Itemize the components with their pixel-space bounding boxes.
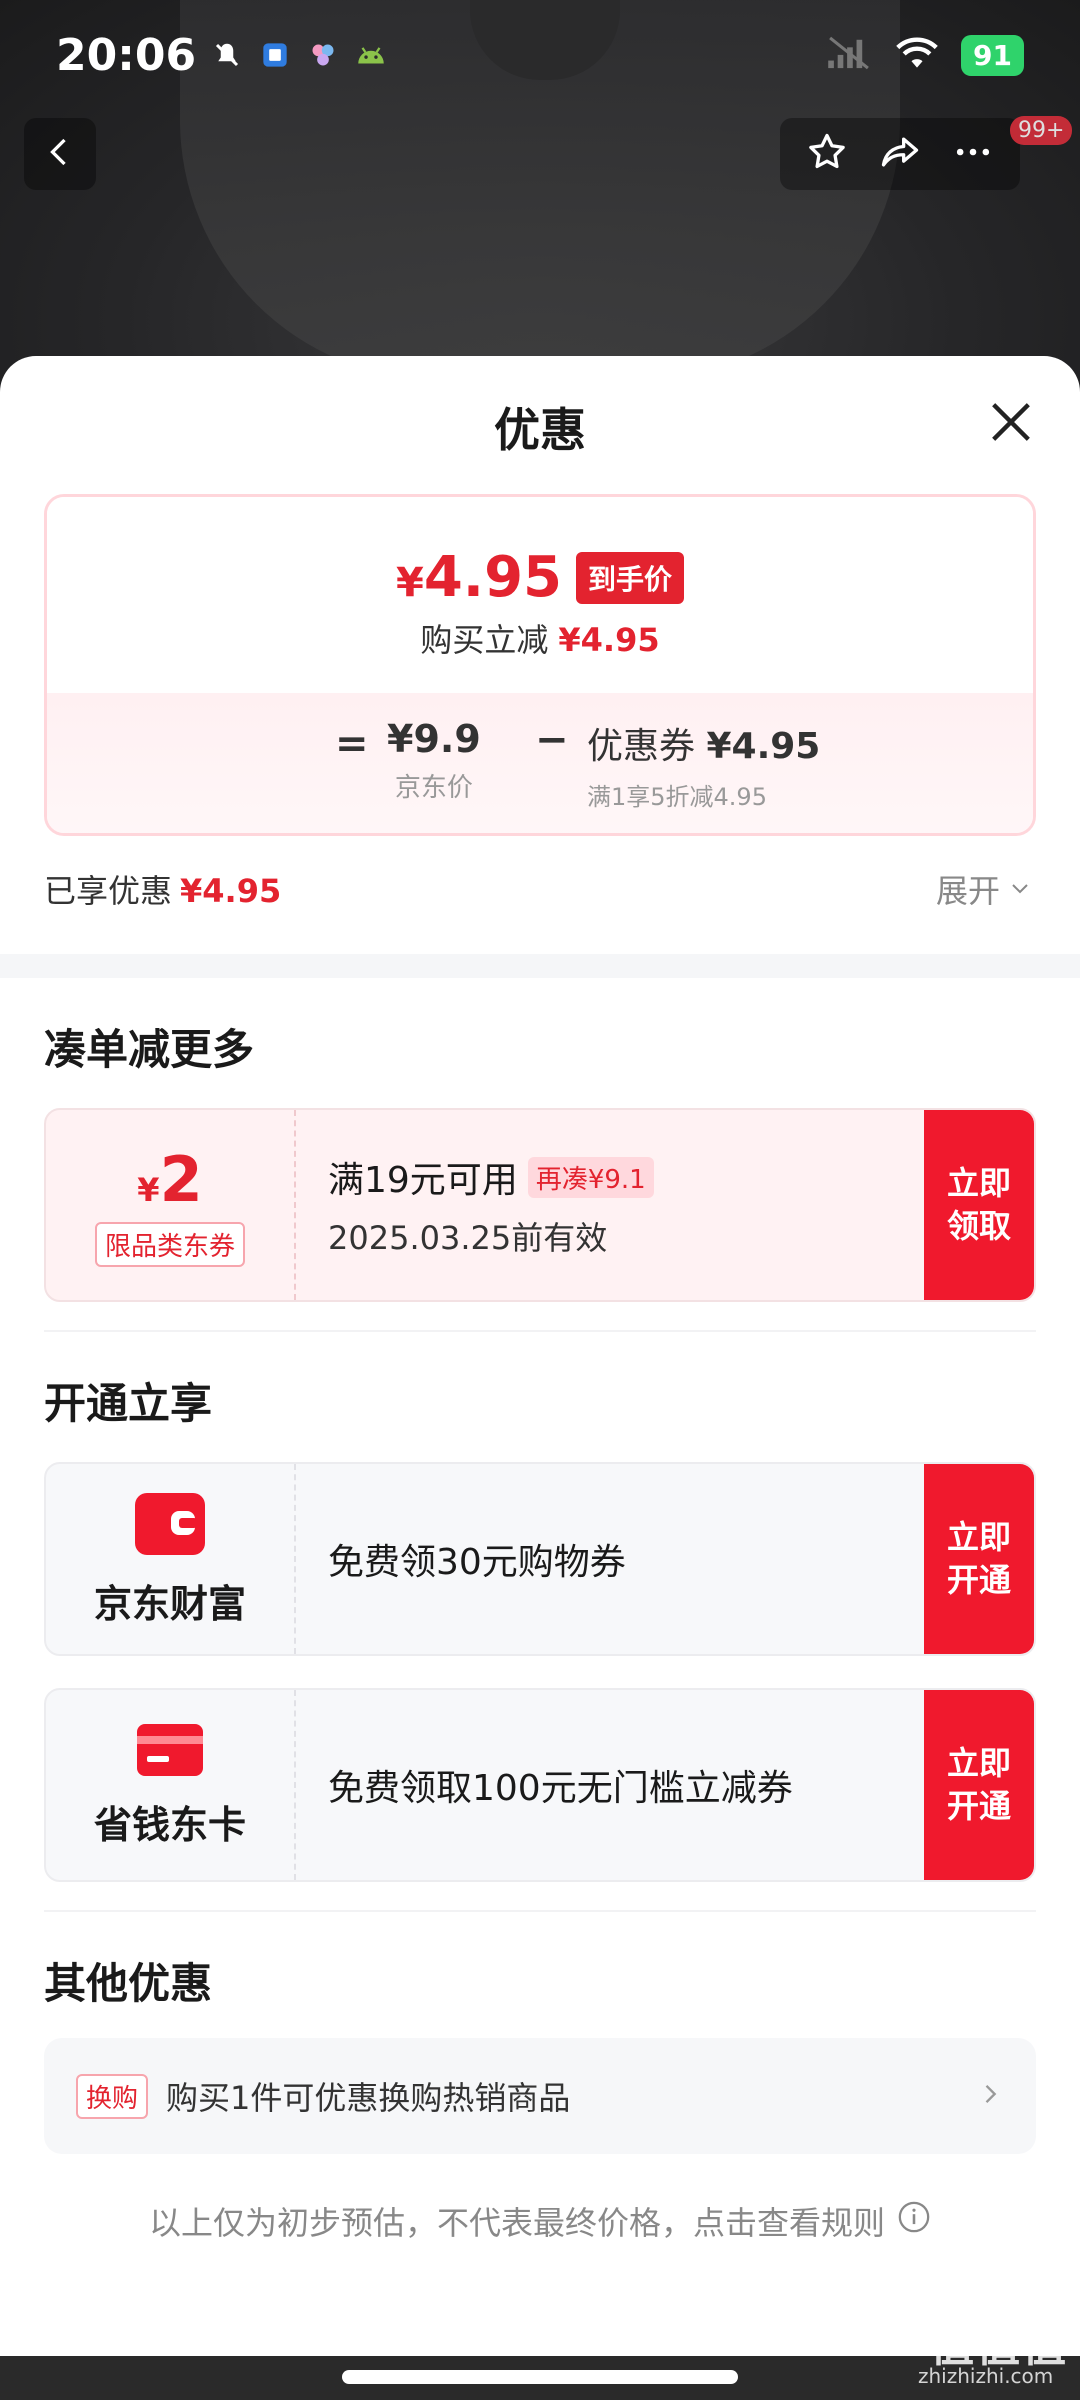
chevron-right-icon xyxy=(976,2080,1004,2112)
coupon-condition: 满19元可用 xyxy=(328,1160,518,1201)
jd-price: ¥9.9 xyxy=(387,717,481,761)
close-button[interactable] xyxy=(985,396,1037,448)
offer-text: 免费领取100元无门槛立减券 xyxy=(328,1768,793,1809)
final-price: ¥4.95 xyxy=(395,545,562,610)
watermark-site: zhizhizhi.com xyxy=(918,2364,1054,2388)
final-price-tag: 到手价 xyxy=(576,551,685,604)
disclaimer-text: 以上仅为初步预估，不代表最终价格，点击查看规则 xyxy=(148,2204,885,2242)
claim-coupon-button[interactable]: 立即领取 xyxy=(924,1110,1034,1300)
brand-name: 京东财富 xyxy=(93,1581,246,1626)
coupon-amount: ¥2 xyxy=(137,1143,203,1216)
trade-in-text: 购买1件可优惠换购热销商品 xyxy=(166,2079,571,2117)
disclaimer-link[interactable]: 以上仅为初步预估，不代表最终价格，点击查看规则 xyxy=(0,2198,1080,2244)
activate-button[interactable]: 立即开通 xyxy=(924,1464,1034,1654)
section-title-other: 其他优惠 xyxy=(44,1959,213,2008)
home-indicator[interactable] xyxy=(342,2370,738,2384)
info-icon xyxy=(897,2200,931,2242)
battery-indicator: 91 xyxy=(961,34,1024,76)
brand-name: 省钱东卡 xyxy=(93,1802,246,1847)
divider xyxy=(44,1910,1036,1912)
notification-badge: 99+ xyxy=(1010,116,1073,145)
instant-discount-value: ¥4.95 xyxy=(558,621,660,659)
back-icon xyxy=(42,134,78,174)
coupon-value: ¥4.95 xyxy=(706,726,821,767)
star-icon[interactable] xyxy=(805,130,849,178)
swap-tag: 换购 xyxy=(76,2073,149,2119)
chevron-down-icon xyxy=(1008,870,1032,908)
status-bar: 20:06 91 xyxy=(0,0,1080,110)
mute-bell-icon xyxy=(210,38,244,72)
coupon-scope-tag: 限品类东券 xyxy=(94,1222,245,1267)
open-item-saving-card: 省钱东卡 免费领取100元无门槛立减券 立即开通 xyxy=(44,1688,1036,1882)
instant-discount-row: 购买立减 ¥4.95 xyxy=(47,615,1033,661)
android-icon xyxy=(354,38,388,72)
share-icon[interactable] xyxy=(878,130,922,178)
instant-discount-label: 购买立减 xyxy=(420,621,549,659)
divider xyxy=(44,1330,1036,1332)
section-title-open: 开通立享 xyxy=(44,1379,213,1428)
open-item-jd-wealth: 京东财富 免费领30元购物券 立即开通 xyxy=(44,1462,1036,1656)
jd-price-block: ¥9.9 京东价 xyxy=(387,717,481,804)
enjoyed-discount: 已享优惠 ¥4.95 xyxy=(44,866,281,912)
card-icon xyxy=(135,1722,205,1782)
coupon-desc: 满1享5折减4.95 xyxy=(587,783,767,811)
equals-sign: = xyxy=(335,721,369,767)
sheet-title: 优惠 xyxy=(494,403,586,457)
activate-button[interactable]: 立即开通 xyxy=(924,1690,1034,1880)
coupon-more-tag: 再凑¥9.1 xyxy=(527,1156,654,1198)
trade-in-offer-row[interactable]: 换购 购买1件可优惠换购热销商品 xyxy=(44,2038,1036,2154)
close-icon xyxy=(985,403,1037,452)
price-breakdown-card: ¥4.95 到手价 购买立减 ¥4.95 = ¥9.9 京东价 − 优惠券 ¥4.… xyxy=(44,494,1036,836)
wifi-icon xyxy=(895,36,939,74)
section-separator xyxy=(0,954,1080,978)
status-time: 20:06 xyxy=(56,29,197,81)
discount-sheet: 优惠 ¥4.95 到手价 购买立减 ¥4.95 = ¥9.9 京东价 − 优惠券 … xyxy=(0,356,1080,2400)
coupon-validity: 2025.03.25前有效 xyxy=(328,1219,608,1257)
jd-price-label: 京东价 xyxy=(394,773,473,803)
enjoyed-label: 已享优惠 xyxy=(44,872,173,910)
more-icon[interactable] xyxy=(951,130,995,178)
expand-label: 展开 xyxy=(936,872,1001,910)
coupon-block: 优惠券 ¥4.95 满1享5折减4.95 xyxy=(587,717,820,812)
enjoyed-value: ¥4.95 xyxy=(180,872,282,910)
wallet-icon xyxy=(133,1491,207,1561)
minus-sign: − xyxy=(535,717,569,763)
combine-coupon-card: ¥2 限品类东券 满19元可用 再凑¥9.1 2025.03.25前有效 立即领… xyxy=(44,1108,1036,1302)
signal-icon xyxy=(825,36,873,74)
expand-button[interactable]: 展开 xyxy=(936,866,1032,912)
back-button[interactable] xyxy=(24,118,96,190)
offer-text: 免费领30元购物券 xyxy=(328,1542,626,1583)
top-action-group xyxy=(780,118,1020,190)
section-title-combine: 凑单减更多 xyxy=(44,1025,255,1074)
coupon-label: 优惠券 xyxy=(587,726,696,767)
app-icon xyxy=(258,38,292,72)
app-icon xyxy=(306,38,340,72)
